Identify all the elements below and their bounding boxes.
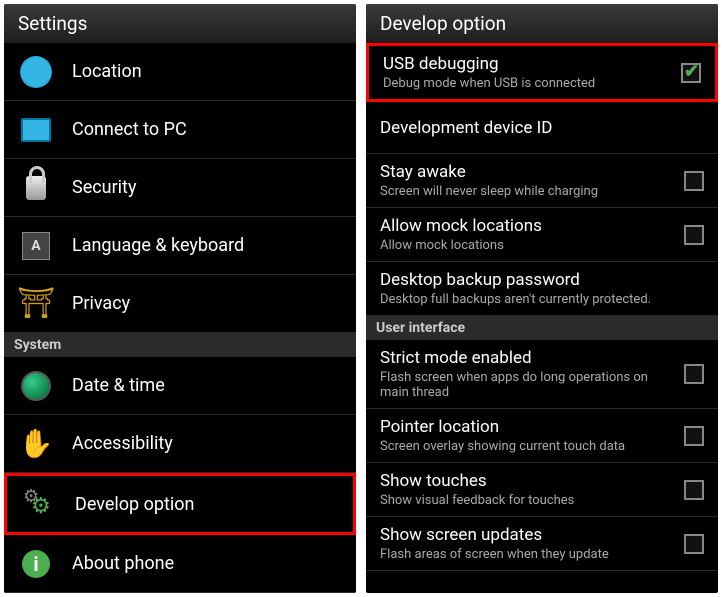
- option-title: Show screen updates: [380, 525, 674, 545]
- option-desc: Desktop full backups aren't currently pr…: [380, 292, 704, 307]
- section-system: System: [4, 333, 356, 357]
- option-desc: Flash areas of screen when they update: [380, 547, 674, 562]
- settings-item-language[interactable]: A Language & keyboard: [4, 217, 356, 275]
- option-title: Pointer location: [380, 417, 674, 437]
- option-desc: Debug mode when USB is connected: [383, 76, 671, 91]
- location-icon: [18, 54, 54, 90]
- settings-item-date-time[interactable]: Date & time: [4, 357, 356, 415]
- settings-item-privacy[interactable]: ⛩ Privacy: [4, 275, 356, 333]
- settings-item-connect-pc[interactable]: Connect to PC: [4, 101, 356, 159]
- option-title: Desktop backup password: [380, 270, 704, 290]
- item-label: Date & time: [72, 375, 165, 396]
- settings-item-about-phone[interactable]: i About phone: [4, 535, 356, 593]
- develop-header: Develop option: [366, 4, 718, 43]
- option-desc: Show visual feedback for touches: [380, 493, 674, 508]
- keyboard-icon: A: [18, 228, 54, 264]
- checkbox-strict-mode[interactable]: [684, 364, 704, 384]
- option-title: Development device ID: [380, 118, 704, 138]
- option-title: Show touches: [380, 471, 674, 491]
- gear-icon: [21, 486, 57, 522]
- fence-icon: ⛩: [18, 286, 54, 322]
- settings-item-accessibility[interactable]: ✋ Accessibility: [4, 415, 356, 473]
- option-title: USB debugging: [383, 54, 671, 74]
- checkbox-show-touches[interactable]: [684, 480, 704, 500]
- settings-header: Settings: [4, 4, 356, 43]
- lock-icon: [18, 170, 54, 206]
- settings-item-location[interactable]: Location: [4, 43, 356, 101]
- option-screen-updates[interactable]: Show screen updates Flash areas of scree…: [366, 517, 718, 571]
- option-dev-device-id[interactable]: Development device ID: [366, 102, 718, 154]
- checkbox-usb-debugging[interactable]: [681, 63, 701, 83]
- settings-pane: Settings Location Connect to PC Security…: [4, 4, 356, 593]
- option-desc: Screen overlay showing current touch dat…: [380, 439, 674, 454]
- item-label: Privacy: [72, 293, 130, 314]
- option-title: Strict mode enabled: [380, 348, 674, 368]
- option-title: Stay awake: [380, 162, 674, 182]
- item-label: Location: [72, 61, 142, 82]
- option-title: Allow mock locations: [380, 216, 674, 236]
- monitor-icon: [18, 112, 54, 148]
- checkbox-pointer-location[interactable]: [684, 426, 704, 446]
- item-label: Accessibility: [72, 433, 173, 454]
- option-usb-debugging[interactable]: USB debugging Debug mode when USB is con…: [366, 43, 718, 102]
- option-desc: Flash screen when apps do long operation…: [380, 370, 674, 400]
- checkbox-screen-updates[interactable]: [684, 534, 704, 554]
- item-label: Language & keyboard: [72, 235, 244, 256]
- globe-clock-icon: [18, 368, 54, 404]
- option-mock-locations[interactable]: Allow mock locations Allow mock location…: [366, 208, 718, 262]
- info-icon: i: [18, 546, 54, 582]
- item-label: Security: [72, 177, 136, 198]
- option-strict-mode[interactable]: Strict mode enabled Flash screen when ap…: [366, 340, 718, 409]
- checkbox-mock-locations[interactable]: [684, 225, 704, 245]
- option-show-touches[interactable]: Show touches Show visual feedback for to…: [366, 463, 718, 517]
- option-backup-password[interactable]: Desktop backup password Desktop full bac…: [366, 262, 718, 316]
- develop-option-pane: Develop option USB debugging Debug mode …: [366, 4, 718, 593]
- checkbox-stay-awake[interactable]: [684, 171, 704, 191]
- item-label: Develop option: [75, 494, 194, 515]
- option-stay-awake[interactable]: Stay awake Screen will never sleep while…: [366, 154, 718, 208]
- item-label: About phone: [72, 553, 174, 574]
- option-desc: Allow mock locations: [380, 238, 674, 253]
- option-desc: Screen will never sleep while charging: [380, 184, 674, 199]
- settings-item-develop-option[interactable]: Develop option: [4, 473, 356, 535]
- item-label: Connect to PC: [72, 119, 187, 140]
- section-user-interface: User interface: [366, 316, 718, 340]
- settings-item-security[interactable]: Security: [4, 159, 356, 217]
- hand-icon: ✋: [18, 426, 54, 462]
- option-pointer-location[interactable]: Pointer location Screen overlay showing …: [366, 409, 718, 463]
